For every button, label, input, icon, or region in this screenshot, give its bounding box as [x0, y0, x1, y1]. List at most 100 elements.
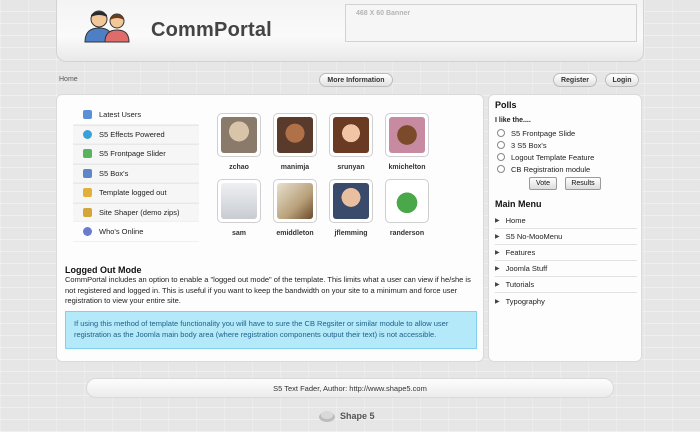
avatar[interactable] [385, 179, 429, 223]
effects-icon [83, 129, 92, 139]
poll-option-label: 3 S5 Box's [511, 140, 547, 150]
menu-item-label: S5 No-MooMenu [505, 232, 563, 241]
main-menu-title: Main Menu [495, 199, 542, 209]
tab-latest-users[interactable]: Latest Users [73, 105, 199, 125]
tab-label: S5 Frontpage Slider [99, 149, 166, 159]
menu-item-joomla-stuff[interactable]: ▶ Joomla Stuff [495, 261, 637, 277]
download-icon [83, 207, 92, 217]
tab-whos-online[interactable]: Who's Online [73, 222, 199, 242]
user-name[interactable]: zchao [217, 164, 261, 171]
poll-option[interactable]: Logout Template Feature [497, 151, 637, 163]
avatar[interactable] [385, 113, 429, 157]
more-information-button[interactable]: More Information [319, 73, 393, 87]
page-wrapper: CommPortal 468 X 60 Banner Home More Inf… [56, 0, 644, 432]
tab-label: Latest Users [99, 109, 142, 119]
polls-title: Polls [495, 100, 517, 110]
avatar[interactable] [329, 179, 373, 223]
online-icon [83, 226, 92, 236]
tab-s5-boxes[interactable]: S5 Box's [73, 163, 199, 183]
user-card[interactable]: srunyan [329, 113, 373, 171]
right-sidebar: Polls I like the.... S5 Frontpage Slide … [488, 94, 642, 362]
avatar[interactable] [329, 113, 373, 157]
footer-brand: Shape 5 [340, 411, 375, 421]
menu-item-label: Features [505, 248, 536, 257]
user-name[interactable]: jflemming [329, 230, 373, 237]
radio-button[interactable] [497, 153, 505, 161]
arrow-right-icon: ▶ [495, 218, 500, 224]
poll-option[interactable]: 3 S5 Box's [497, 139, 637, 151]
menu-item-label: Typography [505, 296, 545, 306]
site-logo-text: CommPortal [151, 19, 272, 41]
menu-item-label: Joomla Stuff [505, 264, 548, 273]
main-menu: ▶ Home ▶ S5 No-MooMenu ▶ Features ▶ Joom… [495, 213, 637, 309]
user-card[interactable]: manimja [273, 113, 317, 171]
people-icon [84, 10, 130, 43]
main-content: Latest Users S5 Effects Powered S5 Front… [56, 94, 484, 362]
tab-label: S5 Box's [99, 168, 129, 178]
poll-option[interactable]: CB Registration module [497, 163, 637, 175]
user-card[interactable]: jflemming [329, 179, 373, 237]
tab-label: Template logged out [99, 188, 167, 198]
user-name[interactable]: srunyan [329, 164, 373, 171]
feature-tabs: Latest Users S5 Effects Powered S5 Front… [73, 105, 199, 242]
slider-icon [83, 149, 92, 159]
avatar[interactable] [217, 179, 261, 223]
radio-button[interactable] [497, 141, 505, 149]
menu-item-tutorials[interactable]: ▶ Tutorials [495, 277, 637, 293]
radio-button[interactable] [497, 165, 505, 173]
avatar[interactable] [273, 113, 317, 157]
site-header: CommPortal 468 X 60 Banner [56, 0, 644, 62]
avatar[interactable] [217, 113, 261, 157]
footer-credit-bar: S5 Text Fader, Author: http://www.shape5… [86, 378, 614, 398]
menu-item-home[interactable]: ▶ Home [495, 213, 637, 229]
arrow-right-icon: ▶ [495, 282, 500, 288]
user-name[interactable]: kmichelton [385, 164, 429, 171]
menu-item-no-moo-menu[interactable]: ▶ S5 No-MooMenu [495, 229, 637, 245]
avatar[interactable] [273, 179, 317, 223]
user-card[interactable]: randerson [385, 179, 429, 237]
tab-effects-powered[interactable]: S5 Effects Powered [73, 124, 199, 144]
radio-button[interactable] [497, 129, 505, 137]
site-logo[interactable]: CommPortal [77, 8, 272, 44]
tab-label: S5 Effects Powered [99, 129, 165, 139]
user-card[interactable]: emiddleton [273, 179, 317, 237]
user-card[interactable]: zchao [217, 113, 261, 171]
users-icon [83, 109, 92, 119]
poll-question: I like the.... [495, 117, 531, 124]
section-body: CommPortal includes an option to enable … [65, 275, 471, 305]
poll-option-label: S5 Frontpage Slide [511, 128, 576, 138]
tab-label: Who's Online [99, 226, 144, 236]
boxes-icon [83, 168, 92, 178]
arrow-right-icon: ▶ [495, 250, 500, 256]
user-name[interactable]: manimja [273, 164, 317, 171]
banner-placeholder[interactable]: 468 X 60 Banner [345, 4, 637, 42]
tab-frontpage-slider[interactable]: S5 Frontpage Slider [73, 144, 199, 164]
menu-item-label: Tutorials [505, 280, 535, 289]
login-button[interactable]: Login [605, 73, 639, 87]
tab-site-shaper[interactable]: Site Shaper (demo zips) [73, 202, 199, 222]
user-name[interactable]: randerson [385, 230, 429, 237]
footer-credit[interactable]: S5 Text Fader, Author: http://www.shape5… [273, 384, 427, 393]
user-name[interactable]: emiddleton [273, 230, 317, 237]
poll-option[interactable]: S5 Frontpage Slide [497, 127, 637, 139]
shape5-logo[interactable]: Shape 5 [318, 408, 375, 424]
tab-template-logged-out[interactable]: Template logged out [73, 183, 199, 203]
results-button[interactable]: Results [565, 177, 601, 190]
section-title: Logged Out Mode [65, 265, 142, 275]
menu-item-typography[interactable]: ▶ Typography [495, 293, 637, 309]
tab-label: Site Shaper (demo zips) [99, 207, 180, 217]
menu-item-features[interactable]: ▶ Features [495, 245, 637, 261]
vote-button[interactable]: Vote [529, 177, 557, 190]
arrow-right-icon: ▶ [495, 266, 500, 272]
user-name[interactable]: sam [217, 230, 261, 237]
poll-option-label: Logout Template Feature [511, 152, 595, 162]
register-button[interactable]: Register [553, 73, 597, 87]
poll-option-label: CB Registration module [511, 164, 591, 174]
lock-icon [83, 188, 92, 198]
arrow-right-icon: ▶ [495, 298, 500, 305]
poll-options: S5 Frontpage Slide 3 S5 Box's Logout Tem… [497, 127, 637, 175]
user-card[interactable]: kmichelton [385, 113, 429, 171]
info-notice: If using this method of template functio… [65, 311, 477, 349]
user-card[interactable]: sam [217, 179, 261, 237]
breadcrumb[interactable]: Home [59, 76, 78, 83]
